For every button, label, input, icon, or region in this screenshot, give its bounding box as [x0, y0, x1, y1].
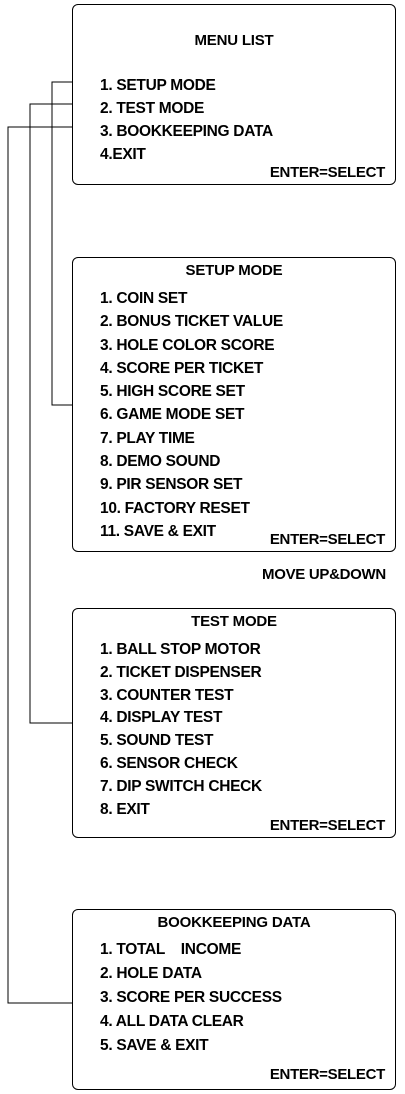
test-mode-items: 1. BALL STOP MOTOR 2. TICKET DISPENSER 3… — [100, 639, 262, 821]
menu-item-bookkeeping-data[interactable]: 3. BOOKKEEPING DATA — [100, 120, 273, 143]
menu-list-box: MENU LIST 1. SETUP MODE 2. TEST MODE 3. … — [72, 4, 396, 185]
bookkeeping-data-items: 1. TOTAL INCOME 2. HOLE DATA 3. SCORE PE… — [100, 938, 282, 1058]
test-item-exit[interactable]: 8. EXIT — [100, 799, 262, 822]
bookkeeping-data-box: BOOKKEEPING DATA 1. TOTAL INCOME 2. HOLE… — [72, 909, 396, 1090]
bookkeeping-data-footer: ENTER=SELECT — [269, 1066, 385, 1083]
setup-item-score-per-ticket[interactable]: 4. SCORE PER TICKET — [100, 357, 283, 380]
bookkeeping-item-save-exit[interactable]: 5. SAVE & EXIT — [100, 1034, 282, 1058]
setup-mode-items: 1. COIN SET 2. BONUS TICKET VALUE 3. HOL… — [100, 287, 283, 543]
setup-item-demo-sound[interactable]: 8. DEMO SOUND — [100, 450, 283, 473]
test-item-ticket-dispenser[interactable]: 2. TICKET DISPENSER — [100, 662, 262, 685]
setup-item-factory-reset[interactable]: 10. FACTORY RESET — [100, 497, 283, 520]
setup-item-coin-set[interactable]: 1. COIN SET — [100, 287, 283, 310]
test-item-ball-stop-motor[interactable]: 1. BALL STOP MOTOR — [100, 639, 262, 662]
test-mode-title: TEST MODE — [191, 613, 277, 630]
test-item-dip-switch-check[interactable]: 7. DIP SWITCH CHECK — [100, 776, 262, 799]
setup-mode-footer: ENTER=SELECT — [269, 531, 385, 548]
test-item-display-test[interactable]: 4. DISPLAY TEST — [100, 707, 262, 730]
test-mode-box: TEST MODE 1. BALL STOP MOTOR 2. TICKET D… — [72, 608, 396, 838]
setup-mode-title: SETUP MODE — [185, 262, 283, 279]
bookkeeping-data-title: BOOKKEEPING DATA — [157, 914, 311, 931]
bookkeeping-item-total-income[interactable]: 1. TOTAL INCOME — [100, 938, 282, 962]
menu-list-footer: ENTER=SELECT — [269, 164, 385, 181]
setup-item-hole-color-score[interactable]: 3. HOLE COLOR SCORE — [100, 334, 283, 357]
test-item-sound-test[interactable]: 5. SOUND TEST — [100, 730, 262, 753]
menu-item-exit[interactable]: 4.EXIT — [100, 143, 273, 166]
test-item-counter-test[interactable]: 3. COUNTER TEST — [100, 685, 262, 708]
move-up-down-note: MOVE UP&DOWN — [262, 566, 386, 583]
setup-item-game-mode-set[interactable]: 6. GAME MODE SET — [100, 403, 283, 426]
bookkeeping-item-score-per-success[interactable]: 3. SCORE PER SUCCESS — [100, 986, 282, 1010]
setup-mode-box: SETUP MODE 1. COIN SET 2. BONUS TICKET V… — [72, 257, 396, 552]
menu-list-items: 1. SETUP MODE 2. TEST MODE 3. BOOKKEEPIN… — [100, 74, 273, 166]
test-mode-footer: ENTER=SELECT — [269, 817, 385, 834]
setup-item-pir-sensor-set[interactable]: 9. PIR SENSOR SET — [100, 473, 283, 496]
setup-item-play-time[interactable]: 7. PLAY TIME — [100, 427, 283, 450]
menu-list-title: MENU LIST — [194, 32, 274, 49]
setup-item-bonus-ticket-value[interactable]: 2. BONUS TICKET VALUE — [100, 310, 283, 333]
menu-item-setup-mode[interactable]: 1. SETUP MODE — [100, 74, 273, 97]
menu-item-test-mode[interactable]: 2. TEST MODE — [100, 97, 273, 120]
test-item-sensor-check[interactable]: 6. SENSOR CHECK — [100, 753, 262, 776]
setup-item-save-exit[interactable]: 11. SAVE & EXIT — [100, 520, 283, 543]
bookkeeping-item-all-data-clear[interactable]: 4. ALL DATA CLEAR — [100, 1010, 282, 1034]
setup-item-high-score-set[interactable]: 5. HIGH SCORE SET — [100, 380, 283, 403]
bookkeeping-item-hole-data[interactable]: 2. HOLE DATA — [100, 962, 282, 986]
